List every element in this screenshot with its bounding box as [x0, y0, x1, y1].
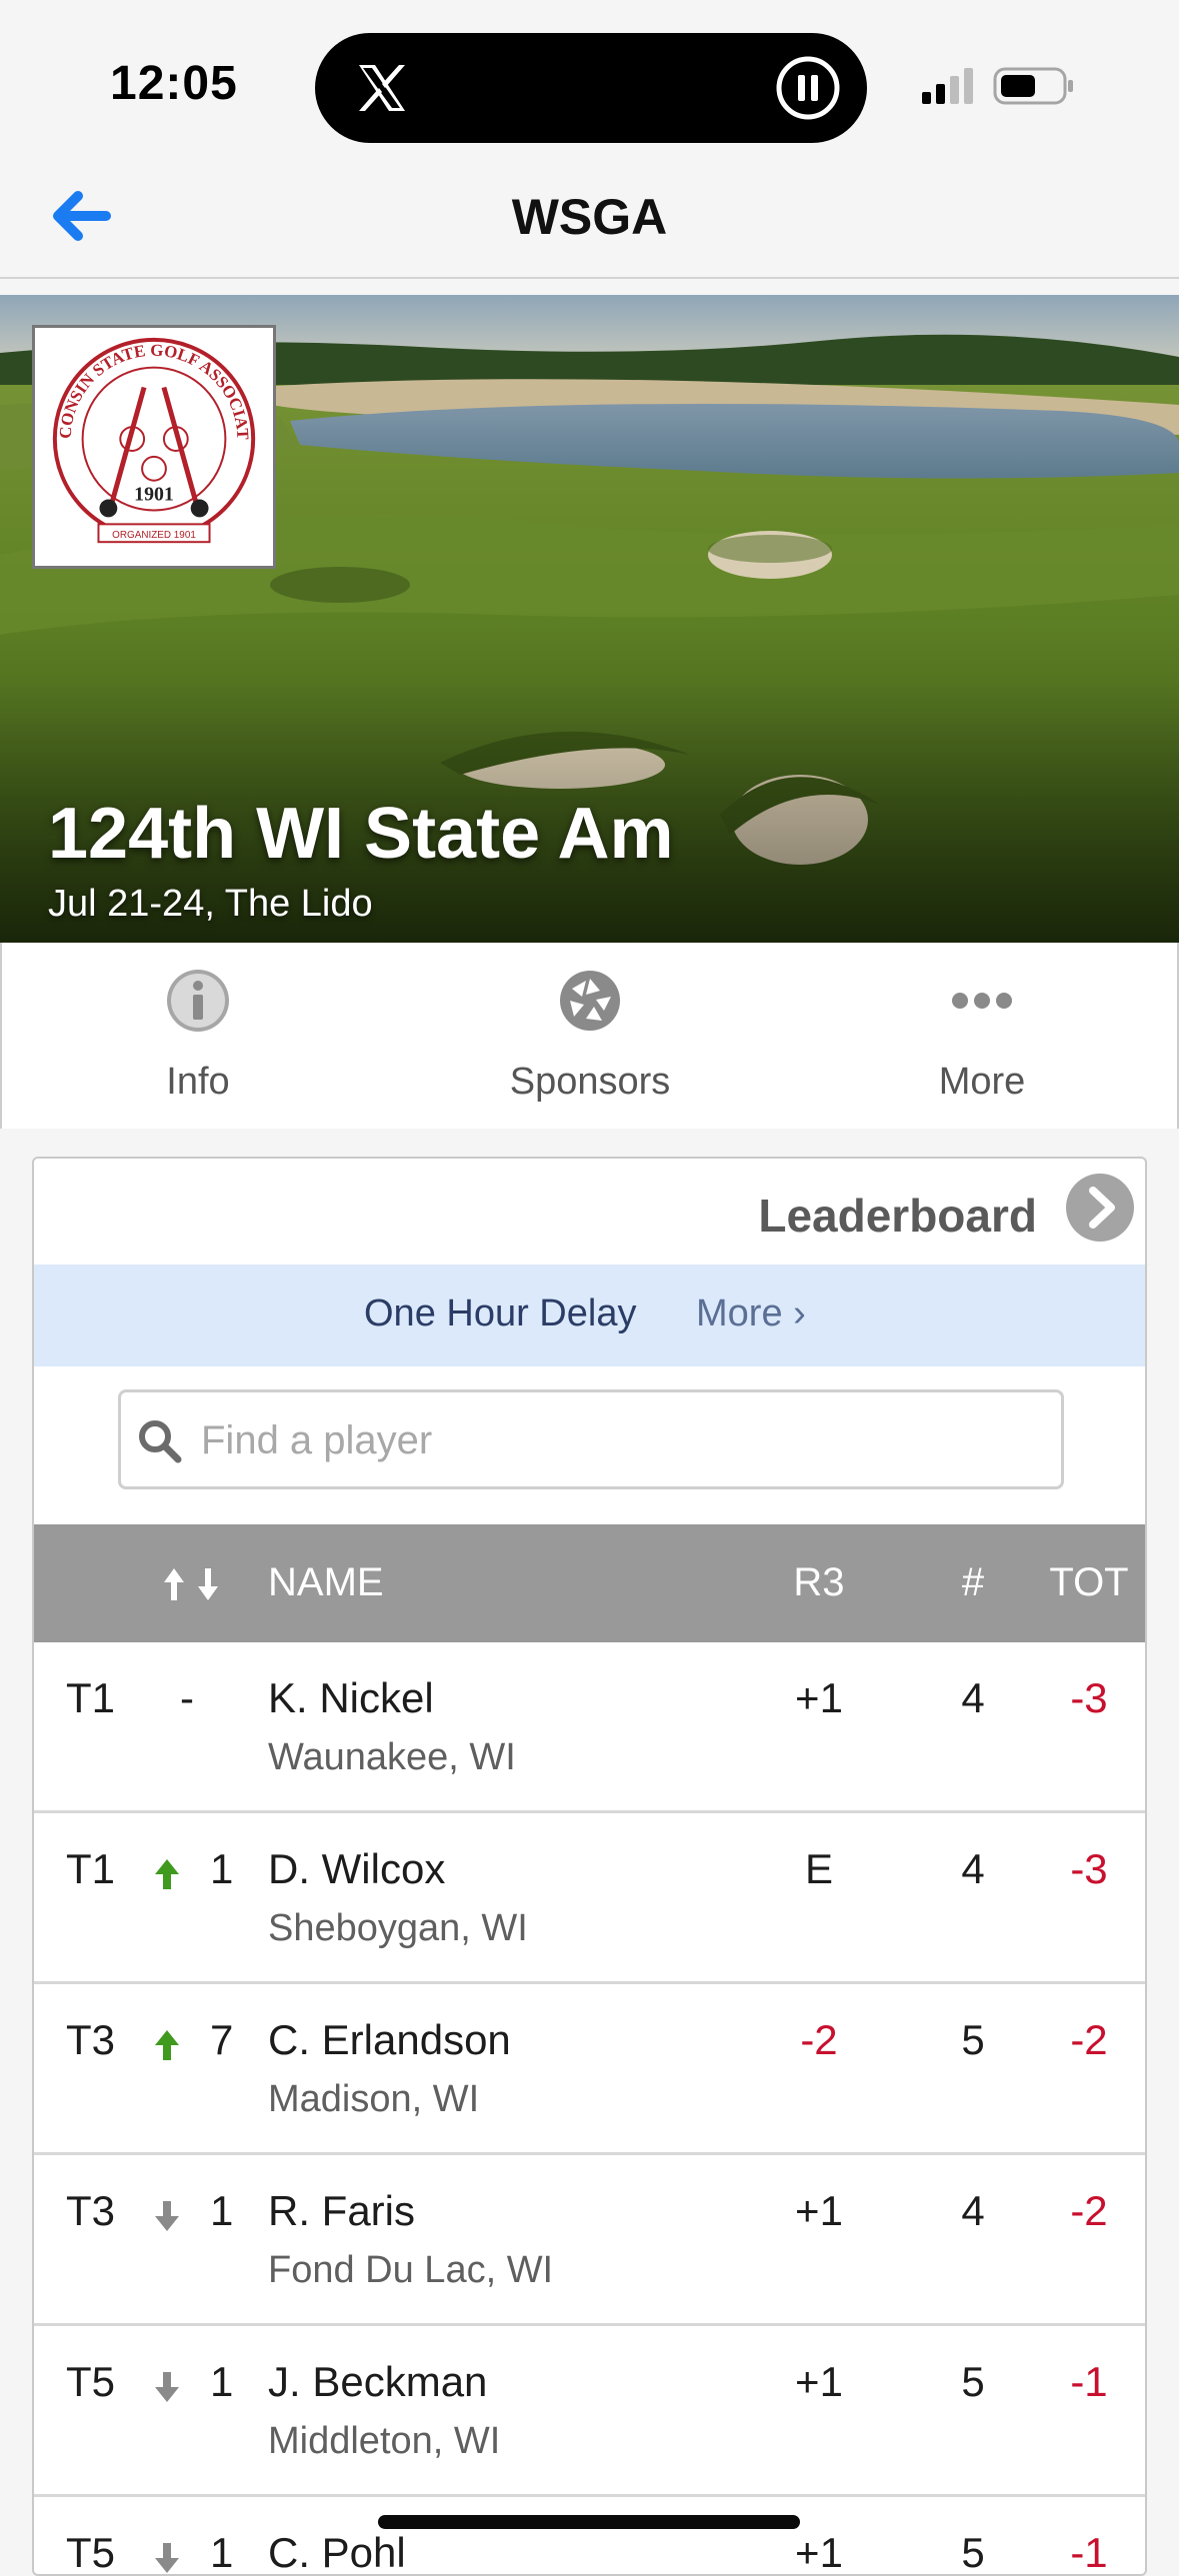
logo-year: 1901 [134, 484, 174, 506]
row-position: T5 [66, 2358, 116, 2405]
chevron-right-icon[interactable] [1065, 1173, 1135, 1243]
total-score: -1 [1070, 2358, 1108, 2405]
round-3-score: +1 [795, 2529, 843, 2576]
player-search[interactable] [118, 1389, 1064, 1489]
row-position: T5 [66, 2529, 116, 2576]
row-position: T3 [66, 2016, 116, 2063]
status-time: 12:05 [110, 57, 238, 110]
status-bar: 12:05 [0, 0, 1179, 160]
logo-organized: ORGANIZED 1901 [112, 530, 196, 541]
row-movement: 7 [210, 2016, 234, 2063]
row-position: T1 [66, 1845, 116, 1892]
player-name: C. Erlandson [268, 2016, 511, 2063]
event-hero: WISCONSIN STATE GOLF ASSOCIATION 1901 OR… [0, 295, 1179, 943]
table-row[interactable]: T1 1 D. Wilcox Sheboygan, WI E 4 -3 [34, 1813, 1145, 1984]
more-dots-icon [952, 993, 1012, 1009]
round-3-score: +1 [795, 2187, 843, 2234]
row-position: T3 [66, 2187, 116, 2234]
arrow-down-icon [155, 2201, 179, 2231]
table-row[interactable]: T1 - K. Nickel Waunakee, WI +1 4 -3 [34, 1642, 1145, 1813]
round-3-score: E [804, 1845, 833, 1892]
delay-more-link[interactable]: More › [696, 1292, 806, 1335]
holes-played: 4 [961, 2187, 985, 2234]
total-score: -3 [1070, 1674, 1108, 1721]
round-3-score: +1 [795, 2358, 843, 2405]
table-row[interactable]: T3 1 R. Faris Fond Du Lac, WI +1 4 -2 [34, 2155, 1145, 2326]
player-hometown: Middleton, WI [268, 2420, 501, 2462]
tab-sponsors-label: Sponsors [509, 1061, 671, 1103]
home-indicator[interactable] [378, 2515, 800, 2529]
row-position: T1 [66, 1674, 116, 1721]
leaderboard-card: Leaderboard One Hour Delay More › NAME R… [32, 1157, 1147, 2576]
event-dates-venue: Jul 21-24, The Lido [48, 883, 373, 925]
leaderboard-header[interactable]: Leaderboard [34, 1159, 1145, 1265]
battery-icon [993, 67, 1073, 105]
tab-more[interactable]: More [786, 943, 1178, 1129]
tab-more-label: More [938, 1061, 1026, 1103]
table-row[interactable]: T5 1 J. Beckman Middleton, WI +1 5 -1 [34, 2326, 1145, 2497]
sort-movement-icon[interactable] [160, 1564, 226, 1604]
player-name: R. Faris [268, 2187, 415, 2234]
row-movement: 1 [210, 2529, 234, 2576]
holes-played: 4 [961, 1845, 985, 1892]
round-3-score: -2 [800, 2016, 838, 2063]
table-row[interactable]: T5 1 C. Pohl +1 5 -1 [34, 2497, 1145, 2576]
col-r3-header[interactable]: R3 [774, 1560, 864, 1605]
arrow-down-icon [155, 2543, 179, 2573]
total-score: -2 [1070, 2016, 1108, 2063]
pause-icon[interactable] [775, 55, 841, 121]
player-name: D. Wilcox [268, 1845, 446, 1892]
table-row[interactable]: T3 7 C. Erlandson Madison, WI -2 5 -2 [34, 1984, 1145, 2155]
row-movement: 1 [210, 2358, 234, 2405]
total-score: -1 [1070, 2529, 1108, 2576]
arrow-down-icon [155, 2372, 179, 2402]
wsga-logo: WISCONSIN STATE GOLF ASSOCIATION 1901 OR… [27, 313, 276, 569]
leaderboard-title: Leaderboard [758, 1190, 1037, 1242]
page-title: WSGA [511, 189, 668, 245]
col-tot-header[interactable]: TOT [1034, 1560, 1144, 1605]
holes-played: 5 [961, 2529, 985, 2576]
holes-played: 4 [961, 1674, 985, 1721]
arrow-up-icon [155, 2030, 179, 2060]
player-hometown: Sheboygan, WI [268, 1907, 528, 1949]
holes-played: 5 [961, 2016, 985, 2063]
nav-bar: WSGA [0, 160, 1179, 279]
event-title: 124th WI State Am [48, 794, 674, 874]
wsga-emblem-icon: WISCONSIN STATE GOLF ASSOCIATION 1901 OR… [27, 313, 256, 544]
arrow-up-icon [155, 1859, 179, 1889]
search-input[interactable] [199, 1392, 1043, 1488]
player-hometown: Waunakee, WI [268, 1736, 516, 1778]
player-hometown: Fond Du Lac, WI [268, 2249, 554, 2291]
row-movement: 1 [210, 1845, 234, 1892]
col-thru-header[interactable]: # [938, 1560, 1008, 1605]
holes-played: 5 [961, 2358, 985, 2405]
round-3-score: +1 [795, 1674, 843, 1721]
dynamic-island[interactable] [315, 33, 867, 143]
tab-info[interactable]: Info [2, 943, 394, 1129]
event-tab-bar: Info Sponsors More [0, 943, 1179, 1129]
player-name: K. Nickel [268, 1674, 434, 1721]
player-name: J. Beckman [268, 2358, 488, 2405]
player-hometown: Madison, WI [268, 2078, 480, 2120]
col-name-header[interactable]: NAME [268, 1560, 384, 1605]
delay-banner-text: One Hour Delay [364, 1292, 637, 1334]
row-movement: - [180, 1674, 194, 1721]
total-score: -3 [1070, 1845, 1108, 1892]
cellular-signal-icon [922, 68, 973, 104]
delay-banner: One Hour Delay More › [34, 1265, 1145, 1366]
player-name: C. Pohl [268, 2529, 406, 2576]
tab-sponsors[interactable]: Sponsors [394, 943, 786, 1129]
total-score: -2 [1070, 2187, 1108, 2234]
search-icon [139, 1420, 182, 1463]
x-logo-icon [359, 65, 405, 111]
row-movement: 1 [210, 2187, 234, 2234]
leaderboard-table-header: NAME R3 # TOT [34, 1524, 1145, 1642]
camera-aperture-icon [560, 971, 620, 1031]
tab-info-label: Info [166, 1061, 230, 1103]
info-icon [167, 970, 229, 1032]
